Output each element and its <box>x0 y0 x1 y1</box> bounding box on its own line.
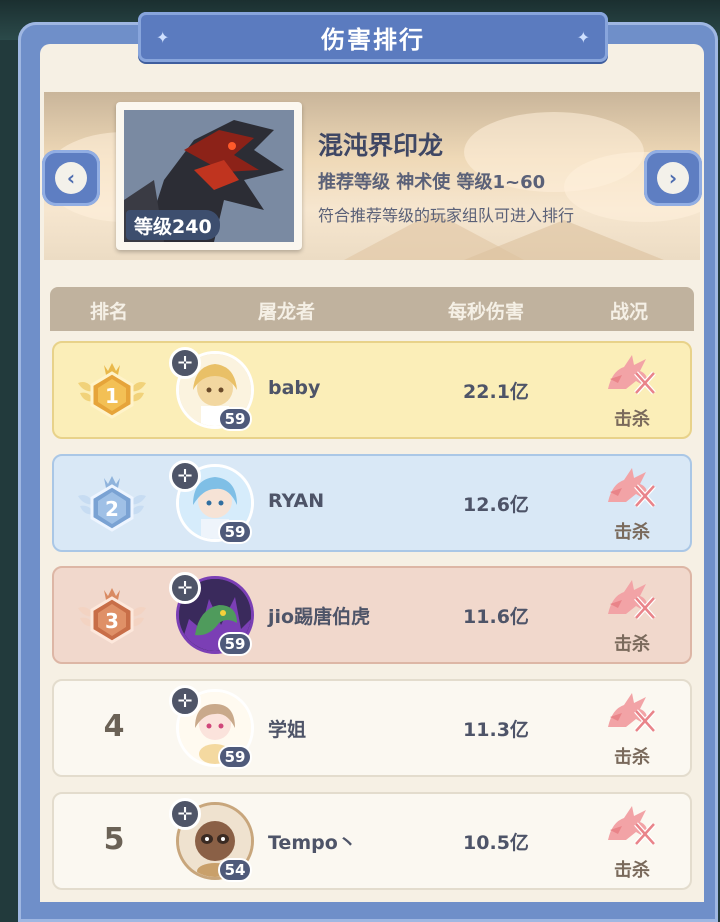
crosshair-emblem-icon: ✛ <box>169 572 201 604</box>
player-level: 54 <box>218 858 252 882</box>
boss-level-badge: 等级240 <box>126 210 220 240</box>
player-name: jio踢唐伯虎 <box>268 606 371 628</box>
player-name: baby <box>268 377 321 399</box>
status-label: 击杀 <box>614 634 650 655</box>
table-header: 排名 屠龙者 每秒伤害 战况 <box>50 287 694 331</box>
chevron-right-icon: › <box>657 162 689 194</box>
winged-medal-icon: 3 <box>78 588 146 644</box>
status-label: 击杀 <box>614 860 650 881</box>
chevron-left-icon: ‹ <box>55 162 87 194</box>
crosshair-emblem-icon: ✛ <box>169 347 201 379</box>
status-label: 击杀 <box>614 747 650 768</box>
header-dps: 每秒伤害 <box>448 301 525 323</box>
boss-ranking-note: 符合推荐等级的玩家组队可进入排行 <box>318 206 575 225</box>
player-name: RYAN <box>268 490 325 512</box>
header-rank: 排名 <box>90 301 129 323</box>
dragon-kill-icon <box>608 355 656 395</box>
status-label: 击杀 <box>614 522 650 543</box>
boss-recommend-level: 推荐等级 神术使 等级1~60 <box>318 172 546 193</box>
player-dps: 12.6亿 <box>463 494 529 516</box>
crosshair-emblem-icon: ✛ <box>169 798 201 830</box>
header-slayer: 屠龙者 <box>258 301 316 323</box>
dragon-kill-icon <box>608 468 656 508</box>
player-dps: 11.6亿 <box>463 606 529 628</box>
status-label: 击杀 <box>614 409 650 430</box>
rank-number: 4 <box>103 709 125 744</box>
player-level: 59 <box>218 520 252 544</box>
title-banner: ✦ 伤害排行 ✦ <box>138 12 608 62</box>
prev-boss-button[interactable]: ‹ <box>42 150 100 206</box>
crosshair-emblem-icon: ✛ <box>169 460 201 492</box>
boss-name: 混沌界印龙 <box>318 131 444 160</box>
player-level: 59 <box>218 632 252 656</box>
page-title: 伤害排行 <box>321 25 425 54</box>
next-boss-button[interactable]: › <box>644 150 702 206</box>
rank-number: 1 <box>105 384 119 408</box>
player-name: Tempo丶 <box>268 832 357 854</box>
table-row[interactable]: 4 ✛ 59 学姐 11.3亿 击杀 <box>52 679 692 777</box>
table-row[interactable]: 5 ✛ 54 Tempo丶 10.5亿 击杀 <box>52 792 692 890</box>
crosshair-emblem-icon: ✛ <box>169 685 201 717</box>
winged-medal-icon: 2 <box>78 476 146 532</box>
dragon-kill-icon <box>608 693 656 733</box>
dragon-kill-icon <box>608 580 656 620</box>
table-row[interactable]: 2 ✛ 59 RYAN 12.6亿 击杀 <box>52 454 692 552</box>
player-name: 学姐 <box>268 719 307 741</box>
rank-number: 5 <box>103 822 125 857</box>
header-status: 战况 <box>610 301 649 323</box>
player-level: 59 <box>218 745 252 769</box>
table-row[interactable]: 1 ✛ 59 baby 22.1亿 击杀 <box>52 341 692 439</box>
sparkle-icon: ✦ <box>156 28 170 47</box>
player-dps: 11.3亿 <box>463 719 529 741</box>
rank-number: 3 <box>105 609 119 633</box>
player-dps: 10.5亿 <box>463 832 529 854</box>
player-dps: 22.1亿 <box>463 381 529 403</box>
table-row[interactable]: 3 ✛ 59 jio踢唐伯虎 11.6亿 击杀 <box>52 566 692 664</box>
dragon-kill-icon <box>608 806 656 846</box>
winged-medal-icon: 1 <box>78 363 146 419</box>
player-level: 59 <box>218 407 252 431</box>
sparkle-icon: ✦ <box>576 28 590 47</box>
rank-number: 2 <box>105 497 119 521</box>
